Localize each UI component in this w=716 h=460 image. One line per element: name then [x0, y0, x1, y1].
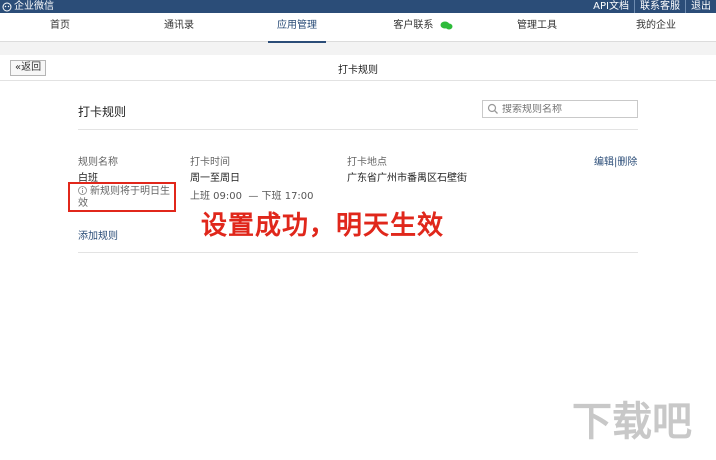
column-header-rule-name: 规则名称	[78, 157, 118, 168]
nav-item-app-management[interactable]: 应用管理	[268, 13, 326, 43]
nav-item-customer-contact-label: 客户联系	[393, 20, 434, 31]
divider-top	[78, 129, 638, 130]
rule-location: 广东省广州市番禺区石壁街	[347, 173, 467, 184]
nav-item-contacts[interactable]: 通讯录	[157, 13, 201, 41]
brand-name: 企业微信	[14, 1, 54, 12]
rule-days: 周一至周日	[190, 173, 240, 184]
column-header-punch-location: 打卡地点	[347, 157, 387, 168]
logout-link[interactable]: 退出	[685, 0, 716, 13]
rule-hours: 上班 09:00 — 下班 17:00	[190, 191, 314, 202]
page-title: 打卡规则	[338, 65, 378, 76]
top-links: API文档 联系客服 退出	[588, 0, 716, 13]
wechat-icon	[440, 21, 453, 29]
column-header-punch-time: 打卡时间	[190, 157, 230, 168]
success-callout: 设置成功，明天生效	[201, 211, 445, 241]
api-docs-link[interactable]: API文档	[588, 0, 634, 13]
rule-actions: 编辑|删除	[594, 153, 637, 168]
search-box[interactable]	[482, 100, 638, 118]
search-icon	[487, 103, 498, 114]
main-nav: 首页 通讯录 应用管理 客户联系 管理工具 我的企业	[0, 13, 716, 43]
nav-item-management-tools[interactable]: 管理工具	[515, 13, 559, 41]
divider-bottom	[78, 252, 638, 253]
nav-item-my-enterprise[interactable]: 我的企业	[634, 13, 678, 41]
brand[interactable]: 企业微信	[0, 0, 54, 13]
delete-link[interactable]: 删除	[617, 157, 637, 168]
sub-header: «返回 打卡规则	[0, 55, 716, 81]
watermark: 下载吧	[572, 399, 692, 445]
contact-support-link[interactable]: 联系客服	[634, 0, 685, 13]
nav-item-home[interactable]: 首页	[40, 13, 80, 41]
highlight-box	[68, 182, 176, 212]
panel-title: 打卡规则	[78, 105, 127, 119]
edit-link[interactable]: 编辑	[594, 157, 614, 168]
top-bar: 企业微信 API文档 联系客服 退出	[0, 0, 716, 13]
add-rule-link[interactable]: 添加规则	[78, 227, 118, 242]
wework-logo-icon	[2, 2, 12, 11]
nav-item-customer-contact[interactable]: 客户联系	[388, 13, 458, 41]
search-input[interactable]	[500, 103, 634, 115]
